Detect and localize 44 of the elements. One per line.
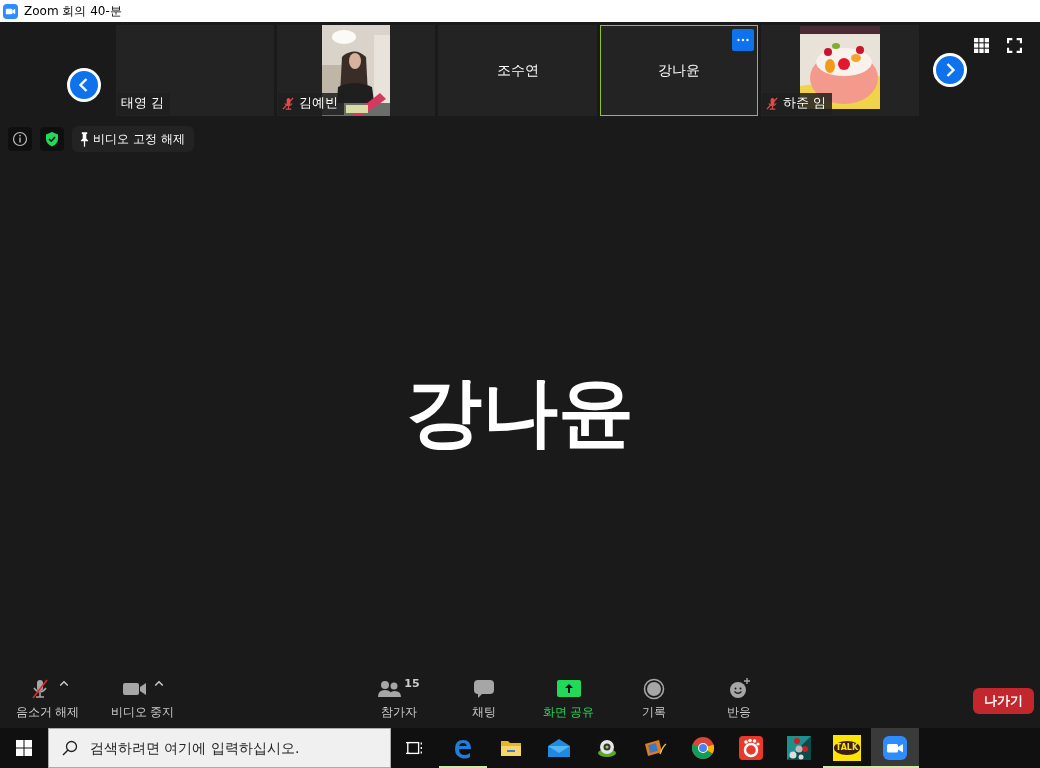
toolbar-button[interactable]: 비디오 중지 <box>95 677 190 721</box>
paw-icon <box>739 736 763 760</box>
video-tile[interactable]: 태영 김 <box>115 25 275 116</box>
search-icon <box>62 740 78 756</box>
task-view-icon <box>406 739 424 757</box>
next-icon[interactable] <box>933 53 968 87</box>
toolbar-button[interactable]: 기록 <box>611 677 696 721</box>
participant-name: 김예빈 <box>299 95 339 112</box>
participant-name: 하준 임 <box>782 95 826 112</box>
toolbar-button[interactable]: 음소거 해제 <box>0 677 95 721</box>
molecule-icon <box>787 736 811 760</box>
shield-icon[interactable] <box>40 127 64 151</box>
envelope-icon <box>547 736 571 760</box>
participant-name: 태영 김 <box>120 95 164 112</box>
info-icon[interactable] <box>8 127 32 151</box>
caret-icon[interactable] <box>58 679 69 687</box>
participant-name: 강나윤 <box>657 61 700 80</box>
chrome-icon <box>691 736 715 760</box>
video-tile[interactable]: 김예빈 <box>277 25 436 116</box>
taskbar-app[interactable] <box>871 728 919 768</box>
pin-icon <box>80 131 89 147</box>
caret-icon[interactable] <box>153 679 164 687</box>
windows-start-icon[interactable] <box>16 740 32 756</box>
participant-name: 조수연 <box>496 61 539 80</box>
video-tile[interactable]: 하준 임 <box>760 25 920 116</box>
toolbar-button[interactable]: 15 참가자 <box>356 677 441 721</box>
chat-app-icon: TALK <box>833 735 861 761</box>
toolbar-button[interactable]: 채팅 <box>441 677 526 721</box>
video-tile[interactable]: 조수연 <box>438 25 597 116</box>
more-options-icon[interactable] <box>731 29 754 51</box>
fullscreen-icon[interactable] <box>1007 38 1023 53</box>
search-field[interactable]: 검색하려면 여기에 입력하십시오. <box>48 728 391 768</box>
window-title: Zoom 회의 40-분 <box>24 2 122 20</box>
video-tile[interactable]: 강나윤 <box>599 25 758 116</box>
toolbar-button[interactable]: 반응 <box>696 677 781 721</box>
video-camera-icon <box>883 736 907 760</box>
active-speaker-name: 강나윤 <box>406 365 634 458</box>
camera-icon <box>3 3 18 19</box>
grid-icon[interactable] <box>974 38 990 53</box>
unpin-video-button[interactable]: 비디오 고정 해제 <box>72 126 194 152</box>
leave-button[interactable]: 나가기 <box>973 688 1034 714</box>
toolbar-button[interactable]: 화면 공유 <box>526 677 611 721</box>
participant-count: 15 <box>404 677 420 690</box>
previous-icon[interactable] <box>66 67 101 102</box>
